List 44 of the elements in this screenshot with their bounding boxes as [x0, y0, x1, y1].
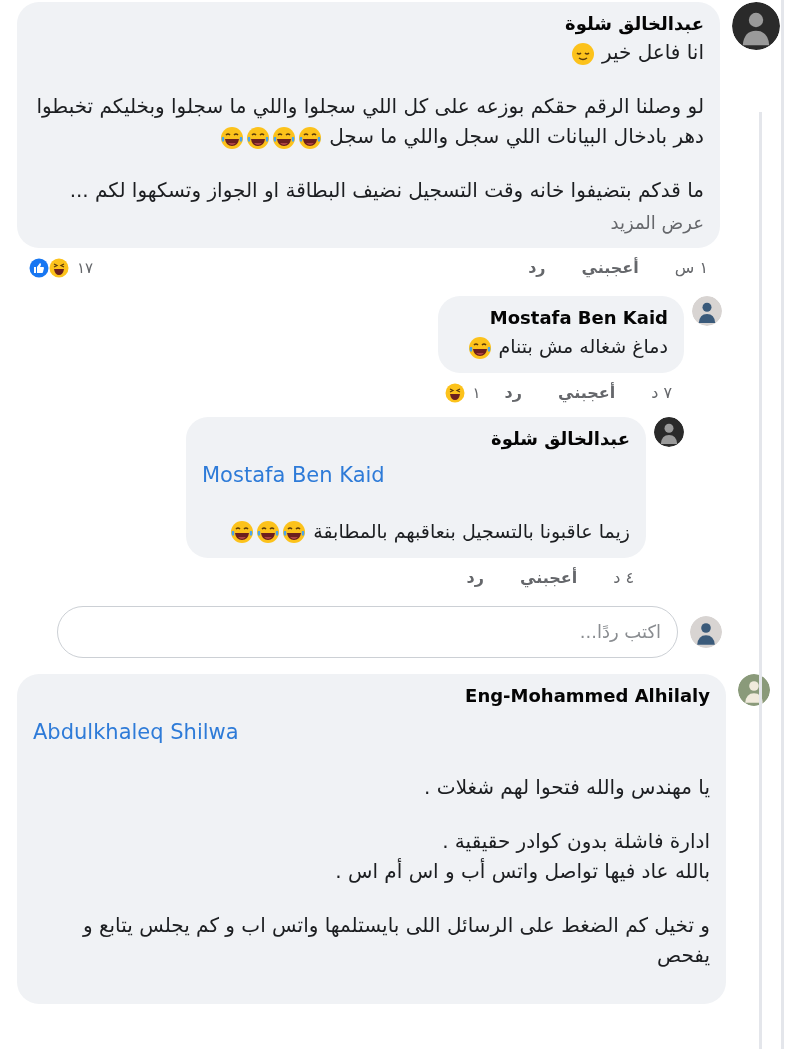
reply-link[interactable]: رد [504, 381, 522, 405]
comment-text: زيما عاقبونا بالتسجيل بنعاقبهم بالمطابقة [202, 515, 630, 546]
comment-text: بالله عاد فيها تواصل واتس أب و اس أم اس . [334, 857, 710, 885]
avatar-icon[interactable] [732, 2, 780, 50]
reaction-count: ١٧ [77, 257, 94, 279]
like-reaction-icon [29, 258, 49, 278]
comment-text: ادارة فاشلة بدون كوادر حقيقية . [441, 828, 710, 855]
laughing-emoji-icon [229, 519, 256, 545]
mention-link[interactable]: Mostafa Ben Kaid [202, 463, 385, 487]
timestamp: ٧ د [651, 382, 672, 404]
like-link[interactable]: أعجبني [520, 565, 578, 590]
smiling-emoji-icon [569, 40, 596, 67]
comment-text: دماغ شغاله مش بتنام [454, 331, 668, 361]
reply-link[interactable]: رد [466, 565, 484, 590]
laughing-emoji-icon [270, 124, 297, 151]
comment-text: انا فاعل خير [33, 37, 704, 67]
laughing-reaction-icon [444, 383, 465, 403]
author-name[interactable]: عبدالخالق شلوة [33, 10, 704, 37]
avatar-icon[interactable] [654, 417, 684, 447]
laughing-emoji-icon [281, 519, 308, 545]
mention-link[interactable]: Abdulkhaleq Shilwa [33, 719, 239, 744]
timestamp: ١ س [674, 257, 708, 279]
laughing-emoji-icon [244, 124, 271, 151]
author-name[interactable]: Eng-Mohammed Alhilaly [33, 681, 710, 709]
reply-link[interactable]: رد [528, 256, 546, 280]
comment-text: يا مهندس والله فتحوا لهم شغلات . [423, 774, 710, 801]
comment-text: لو وصلنا الرقم حقكم بوزعه على كل اللي سجلوا واللي ما سجلوا وبخليكم تخبطوا دهر بادخال البيانات اللي سجل واللي ما سجل [33, 91, 704, 151]
laughing-emoji-icon [296, 124, 323, 151]
laughing-emoji-icon [466, 334, 493, 361]
laughing-emoji-icon [218, 124, 245, 151]
timestamp: ٤ د [613, 566, 634, 589]
see-more-link[interactable]: عرض المزيد [610, 209, 704, 236]
laughing-reaction-icon [49, 258, 69, 278]
reply-field[interactable]: اكتب ردًا... [57, 605, 678, 658]
avatar-icon[interactable] [690, 615, 722, 648]
comment-text: ما قدكم بتضيفوا خانه وقت التسجيل نضيف البطاقة او الجواز وتسكهوا لكم ... [68, 177, 704, 204]
author-name[interactable]: Mostafa Ben Kaid [454, 304, 668, 331]
like-link[interactable]: أعجبني [581, 256, 639, 280]
comment-text: و تخيل كم الضغط على الرسائل اللى بايستلمها واتس اب و كم يجلس يتابع و يفحص [81, 912, 710, 969]
reaction-count: ١ [472, 382, 481, 404]
avatar-icon[interactable] [692, 296, 722, 326]
like-link[interactable]: أعجبني [558, 381, 616, 405]
author-name[interactable]: عبدالخالق شلوة [202, 425, 630, 452]
laughing-emoji-icon [255, 519, 282, 545]
